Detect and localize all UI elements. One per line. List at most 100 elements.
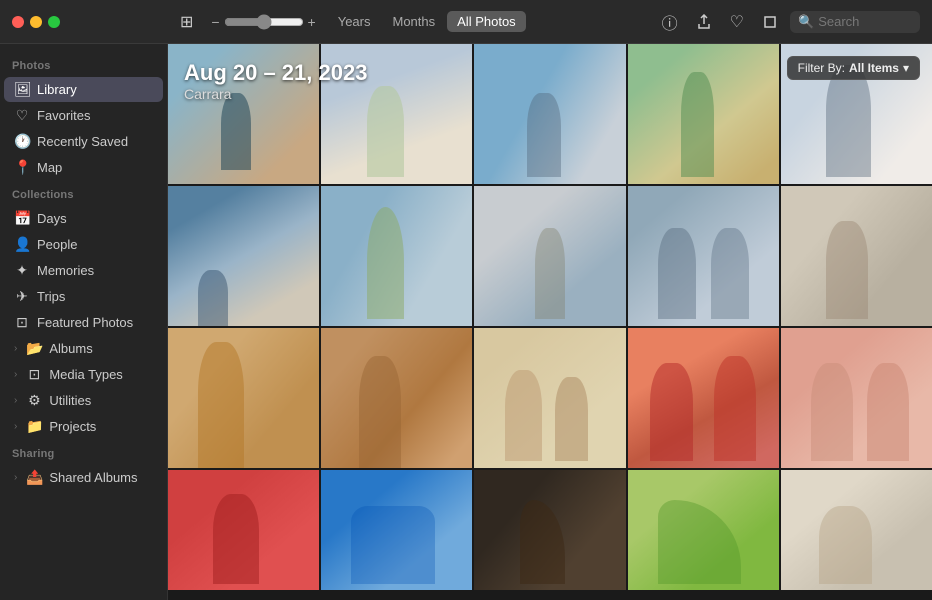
favorites-icon: ♡ xyxy=(14,107,30,124)
content-inner: Aug 20 – 21, 2023 Carrara Filter By: All… xyxy=(168,44,932,590)
photo-row-4 xyxy=(168,470,932,590)
media-types-icon: ⊡ xyxy=(26,366,42,383)
projects-icon: 📁 xyxy=(26,418,42,435)
sidebar-item-utilities[interactable]: › ⚙ Utilities xyxy=(4,388,163,413)
sidebar-item-label: Recently Saved xyxy=(37,134,128,149)
info-button[interactable]: ⓘ xyxy=(656,6,684,38)
photo-cell[interactable] xyxy=(321,44,472,184)
sidebar-item-label: Featured Photos xyxy=(37,315,133,330)
tab-all-photos[interactable]: All Photos xyxy=(447,11,526,32)
sidebar-item-trips[interactable]: ✈ Trips xyxy=(4,284,163,309)
minimize-button[interactable] xyxy=(30,16,42,28)
photo-cell[interactable] xyxy=(474,186,625,326)
sidebar-item-recently-saved[interactable]: 🕐 Recently Saved xyxy=(4,129,163,154)
shared-albums-chevron-icon: › xyxy=(14,472,17,483)
memories-icon: ✦ xyxy=(14,262,30,279)
media-types-chevron-icon: › xyxy=(14,369,17,380)
sidebar-item-label: Memories xyxy=(37,263,94,278)
search-box: 🔍 xyxy=(790,11,920,33)
share-button[interactable] xyxy=(690,10,718,34)
sidebar-item-projects[interactable]: › 📁 Projects xyxy=(4,414,163,439)
sidebar-item-favorites[interactable]: ♡ Favorites xyxy=(4,103,163,128)
sidebar-item-map[interactable]: 📍 Map xyxy=(4,155,163,180)
photo-cell[interactable] xyxy=(781,470,932,590)
filter-value: All Items xyxy=(849,61,899,75)
albums-icon: 📂 xyxy=(26,340,42,357)
featured-photos-icon: ⊡ xyxy=(14,314,30,331)
filter-chevron-icon: ▾ xyxy=(903,61,909,75)
photo-cell[interactable] xyxy=(321,328,472,468)
sidebar-item-label: Shared Albums xyxy=(49,470,137,485)
people-icon: 👤 xyxy=(14,236,30,253)
days-icon: 📅 xyxy=(14,210,30,227)
sidebar-item-days[interactable]: 📅 Days xyxy=(4,206,163,231)
search-input[interactable] xyxy=(818,14,918,29)
view-tabs: Years Months All Photos xyxy=(328,11,526,32)
sidebar-item-featured-photos[interactable]: ⊡ Featured Photos xyxy=(4,310,163,335)
zoom-slider[interactable] xyxy=(224,14,304,30)
title-bar: ⊞ − + Years Months All Photos ⓘ ♡ 🔍 xyxy=(0,0,932,44)
photo-cell[interactable] xyxy=(628,44,779,184)
traffic-lights xyxy=(12,16,60,28)
sidebar-item-albums[interactable]: › 📂 Albums xyxy=(4,336,163,361)
sidebar-item-memories[interactable]: ✦ Memories xyxy=(4,258,163,283)
photos-section-label: Photos xyxy=(0,52,167,76)
sidebar-item-label: Trips xyxy=(37,289,65,304)
toolbar-right: ⓘ ♡ 🔍 xyxy=(656,6,920,38)
sidebar-item-label: Projects xyxy=(49,419,96,434)
filter-button[interactable]: Filter By: All Items ▾ xyxy=(787,56,920,80)
photo-cell[interactable] xyxy=(628,470,779,590)
photo-cell[interactable] xyxy=(628,186,779,326)
photo-cell[interactable] xyxy=(168,44,319,184)
zoom-control: − + xyxy=(211,14,315,30)
sidebar-item-library[interactable]: 🖼 Library xyxy=(4,77,163,102)
utilities-icon: ⚙ xyxy=(26,392,42,409)
sidebar: Photos 🖼 Library ♡ Favorites 🕐 Recently … xyxy=(0,44,168,600)
main-layout: Photos 🖼 Library ♡ Favorites 🕐 Recently … xyxy=(0,44,932,600)
sidebar-item-label: Library xyxy=(37,82,77,97)
recently-saved-icon: 🕐 xyxy=(14,133,30,150)
trips-icon: ✈ xyxy=(14,288,30,305)
sidebar-item-label: Albums xyxy=(49,341,92,356)
sidebar-item-label: People xyxy=(37,237,77,252)
maximize-button[interactable] xyxy=(48,16,60,28)
crop-button[interactable] xyxy=(756,10,784,34)
photo-cell[interactable] xyxy=(168,470,319,590)
shared-albums-icon: 📤 xyxy=(26,469,42,486)
sidebar-item-media-types[interactable]: › ⊡ Media Types xyxy=(4,362,163,387)
projects-chevron-icon: › xyxy=(14,421,17,432)
sidebar-item-people[interactable]: 👤 People xyxy=(4,232,163,257)
photo-cell[interactable] xyxy=(474,44,625,184)
sidebar-item-label: Media Types xyxy=(49,367,122,382)
filter-label: Filter By: xyxy=(798,61,845,75)
heart-button[interactable]: ♡ xyxy=(724,8,750,36)
photo-cell[interactable] xyxy=(321,470,472,590)
sharing-section-label: Sharing xyxy=(0,440,167,464)
sidebar-item-label: Favorites xyxy=(37,108,90,123)
toolbar-center: ⊞ − + Years Months All Photos xyxy=(60,8,656,36)
tab-months[interactable]: Months xyxy=(383,11,446,32)
zoom-plus-icon: + xyxy=(308,14,316,30)
photo-cell[interactable] xyxy=(168,186,319,326)
photo-row-2 xyxy=(168,186,932,326)
photo-cell[interactable] xyxy=(321,186,472,326)
photo-cell[interactable] xyxy=(474,328,625,468)
photo-cell[interactable] xyxy=(168,328,319,468)
close-button[interactable] xyxy=(12,16,24,28)
zoom-minus-icon: − xyxy=(211,14,219,30)
sidebar-item-label: Days xyxy=(37,211,67,226)
photo-cell[interactable] xyxy=(474,470,625,590)
sidebar-item-shared-albums[interactable]: › 📤 Shared Albums xyxy=(4,465,163,490)
sidebar-item-label: Utilities xyxy=(49,393,91,408)
map-icon: 📍 xyxy=(14,159,30,176)
photo-cell[interactable] xyxy=(628,328,779,468)
photo-cell[interactable] xyxy=(781,328,932,468)
photo-content-area[interactable]: Aug 20 – 21, 2023 Carrara Filter By: All… xyxy=(168,44,932,600)
tab-years[interactable]: Years xyxy=(328,11,381,32)
sidebar-item-label: Map xyxy=(37,160,62,175)
library-icon: 🖼 xyxy=(14,81,30,98)
search-icon: 🔍 xyxy=(798,14,814,30)
albums-chevron-icon: › xyxy=(14,343,17,354)
view-toggle-button[interactable]: ⊞ xyxy=(174,8,199,36)
photo-cell[interactable] xyxy=(781,186,932,326)
